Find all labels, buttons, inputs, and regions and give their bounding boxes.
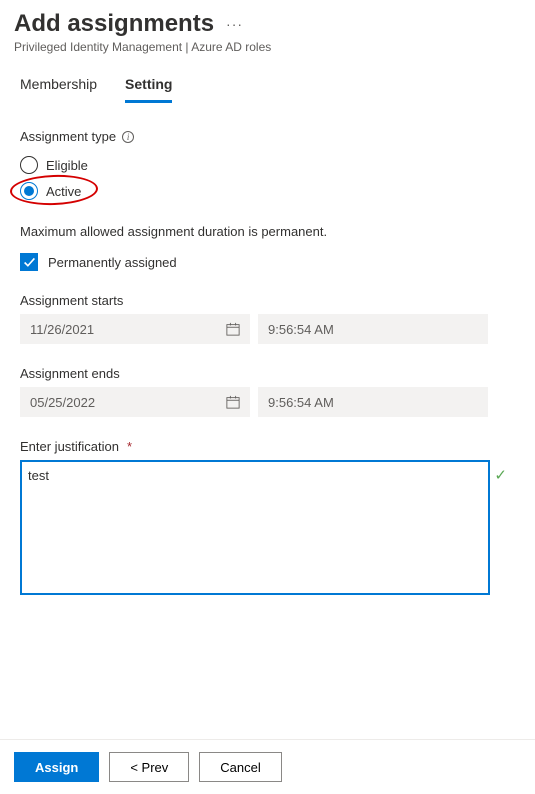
max-duration-hint: Maximum allowed assignment duration is p…	[20, 224, 515, 239]
prev-button[interactable]: < Prev	[109, 752, 189, 782]
radio-icon	[20, 182, 38, 200]
assignment-starts-label: Assignment starts	[20, 293, 515, 308]
end-time-value: 9:56:54 AM	[268, 395, 334, 410]
more-actions-icon[interactable]: ···	[226, 16, 243, 32]
start-date-input[interactable]: 11/26/2021	[20, 314, 250, 344]
cancel-button[interactable]: Cancel	[199, 752, 281, 782]
checkmark-icon: ✓	[494, 466, 507, 484]
calendar-icon	[226, 322, 240, 336]
justification-label: Enter justification	[20, 439, 119, 454]
assignment-ends-label: Assignment ends	[20, 366, 515, 381]
permanently-assigned-label: Permanently assigned	[48, 255, 177, 270]
end-date-input[interactable]: 05/25/2022	[20, 387, 250, 417]
radio-active-label: Active	[46, 184, 81, 199]
end-date-value: 05/25/2022	[30, 395, 95, 410]
required-asterisk: *	[127, 439, 132, 454]
calendar-icon	[226, 395, 240, 409]
assign-button[interactable]: Assign	[14, 752, 99, 782]
start-time-input[interactable]: 9:56:54 AM	[258, 314, 488, 344]
tab-membership[interactable]: Membership	[20, 76, 97, 103]
assignment-type-label: Assignment type	[20, 129, 116, 144]
breadcrumb: Privileged Identity Management | Azure A…	[14, 40, 521, 54]
start-time-value: 9:56:54 AM	[268, 322, 334, 337]
radio-eligible[interactable]: Eligible	[20, 152, 515, 178]
checkbox-icon	[20, 253, 38, 271]
permanently-assigned-checkbox[interactable]: Permanently assigned	[20, 253, 515, 271]
info-icon[interactable]: i	[122, 131, 134, 143]
radio-active[interactable]: Active	[20, 178, 515, 204]
radio-eligible-label: Eligible	[46, 158, 88, 173]
tab-setting[interactable]: Setting	[125, 76, 172, 103]
end-time-input[interactable]: 9:56:54 AM	[258, 387, 488, 417]
radio-icon	[20, 156, 38, 174]
page-title: Add assignments	[14, 10, 214, 38]
start-date-value: 11/26/2021	[30, 322, 94, 337]
justification-textarea[interactable]	[20, 460, 490, 595]
